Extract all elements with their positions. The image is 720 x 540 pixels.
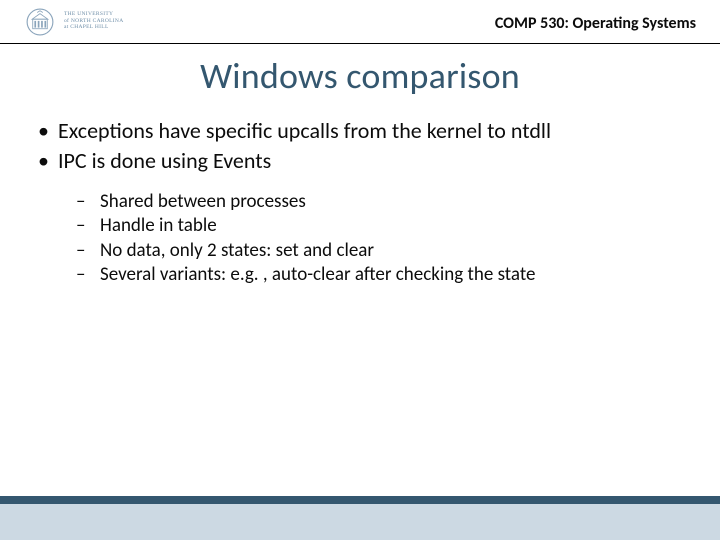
unc-seal-icon (26, 8, 54, 36)
slide: THE UNIVERSITY of NORTH CAROLINA at CHAP… (0, 0, 720, 540)
list-item: Several variants: e.g. , auto-clear afte… (74, 263, 686, 287)
list-item-text: IPC is done using Events (58, 147, 271, 174)
logo-line-3: at CHAPEL HILL (64, 25, 123, 31)
bullet-list-level1: Exceptions have specific upcalls from th… (34, 118, 686, 287)
footer-band (0, 504, 720, 540)
list-item: IPC is done using Events Shared between … (34, 148, 686, 287)
slide-title: Windows comparison (0, 54, 720, 98)
course-label: COMP 530: Operating Systems (495, 14, 696, 33)
header-bar: THE UNIVERSITY of NORTH CAROLINA at CHAP… (0, 0, 720, 44)
bullet-list-level2: Shared between processes Handle in table… (74, 190, 686, 287)
list-item: Handle in table (74, 214, 686, 238)
footer-stripe (0, 496, 720, 504)
slide-content: Exceptions have specific upcalls from th… (0, 98, 720, 287)
list-item: Shared between processes (74, 190, 686, 214)
list-item: No data, only 2 states: set and clear (74, 239, 686, 263)
unc-logo-text: THE UNIVERSITY of NORTH CAROLINA at CHAP… (64, 12, 123, 31)
list-item: Exceptions have specific upcalls from th… (34, 118, 686, 144)
logo-line-1: THE UNIVERSITY (64, 12, 123, 18)
unc-logo: THE UNIVERSITY of NORTH CAROLINA at CHAP… (0, 8, 123, 36)
